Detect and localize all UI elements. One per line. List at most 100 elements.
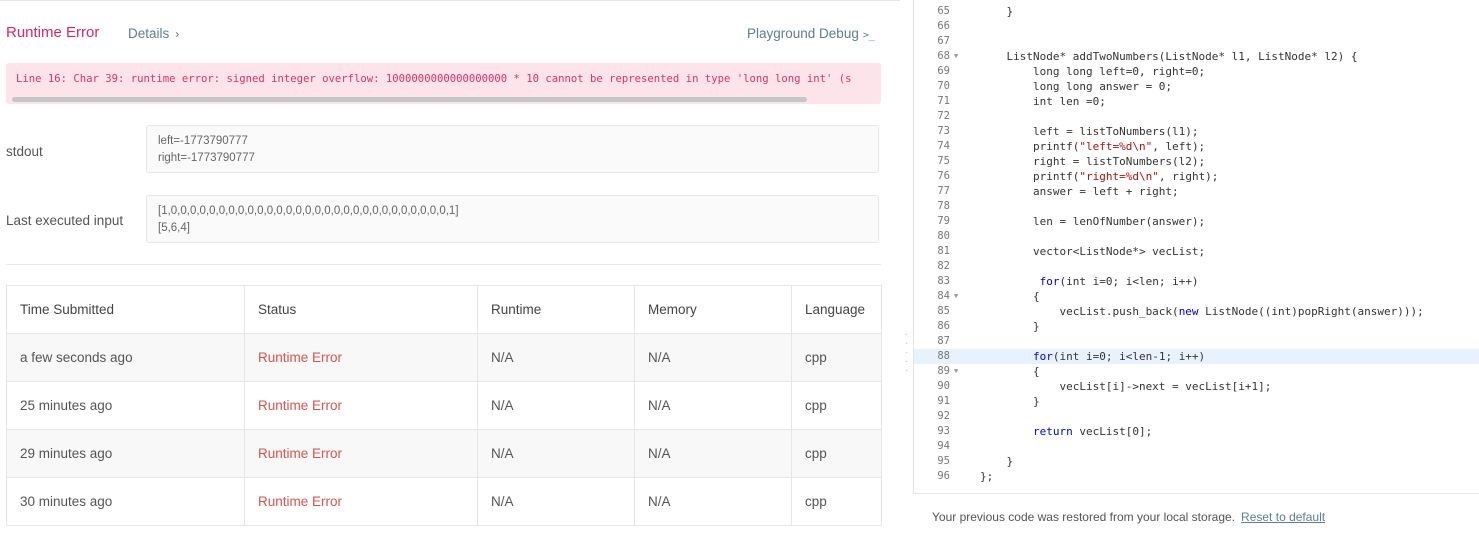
line-number: 79 [937,215,950,227]
code-text: right = listToNumbers(l2); [980,155,1206,168]
horizontal-scrollbar[interactable] [12,97,807,102]
code-line[interactable]: 80 [914,229,1479,244]
code-line[interactable]: 74 printf("left=%d\n", left); [914,139,1479,154]
code-line[interactable]: 77 answer = left + right; [914,184,1479,199]
code-line[interactable]: 70 long long answer = 0; [914,79,1479,94]
code-line[interactable]: 67 [914,34,1479,49]
code-line[interactable]: 95 } [914,454,1479,469]
line-number: 92 [937,410,950,422]
line-number: 85 [937,305,950,317]
code-text: { [980,365,1040,378]
code-line[interactable]: 92 [914,409,1479,424]
code-line[interactable]: 91 } [914,394,1479,409]
code-text: answer = left + right; [980,185,1179,198]
line-number: 76 [937,170,950,182]
cell-runtime: N/A [477,381,635,430]
line-number: 88 [937,350,950,362]
code-line[interactable]: 88 for(int i=0; i<len-1; i++) [914,349,1479,364]
code-line[interactable]: 79 len = lenOfNumber(answer); [914,214,1479,229]
code-text: for(int i=0; i<len; i++) [1039,275,1199,288]
pane-splitter[interactable]: · · · · · [900,0,913,533]
code-line[interactable]: 86 } [914,319,1479,334]
code-line[interactable]: 84 ▼ { [914,289,1479,304]
fold-arrow-icon[interactable]: ▼ [954,289,958,304]
line-number: 80 [937,230,950,242]
code-line[interactable]: 68 ▼ ListNode* addTwoNumbers(ListNode* l1… [914,49,1479,64]
code-line[interactable]: 76 printf("right=%d\n", right); [914,169,1479,184]
line-number: 75 [937,155,950,167]
code-line[interactable]: 73 left = listToNumbers(l1); [914,124,1479,139]
table-row[interactable]: 25 minutes ago Runtime Error N/A N/A cpp [6,381,882,430]
code-line[interactable]: 90 vecList[i]->next = vecList[i+1]; [914,379,1479,394]
code-line[interactable]: 94 [914,439,1479,454]
header-time-submitted[interactable]: Time Submitted [6,285,245,334]
code-line[interactable]: 83 for(int i=0; i<len; i++) [914,274,1479,289]
code-line[interactable]: 75 right = listToNumbers(l2); [914,154,1479,169]
fold-arrow-icon[interactable]: ▼ [954,49,958,64]
code-line[interactable]: 72 [914,109,1479,124]
line-number: 94 [937,440,950,452]
stdout-label: stdout [6,144,43,159]
restore-message-text: Your previous code was restored from you… [932,510,1236,524]
table-row[interactable]: 30 minutes ago Runtime Error N/A N/A cpp [6,477,882,526]
cell-time: a few seconds ago [6,333,245,382]
code-line[interactable]: 82 [914,259,1479,274]
code-line[interactable]: 69 long long left=0, right=0; [914,64,1479,79]
cell-status[interactable]: Runtime Error [244,477,478,526]
code-text: left = listToNumbers(l1); [980,125,1199,138]
code-line[interactable]: 85 vecList.push_back(new ListNode((int)p… [914,304,1479,319]
playground-debug-link[interactable]: Playground Debug >_ [747,26,875,41]
details-link[interactable]: Details › [128,26,179,41]
code-text: } [980,455,1014,468]
cell-runtime: N/A [477,429,635,478]
playground-debug-label: Playground Debug [747,26,859,41]
cell-status[interactable]: Runtime Error [244,381,478,430]
line-number: 89 [937,365,950,377]
table-row[interactable]: 29 minutes ago Runtime Error N/A N/A cpp [6,429,882,478]
line-number: 67 [937,35,950,47]
cell-memory: N/A [634,381,792,430]
header-status[interactable]: Status [244,285,478,334]
table-row[interactable]: a few seconds ago Runtime Error N/A N/A … [6,333,882,382]
code-text: printf("left=%d\n", left); [980,140,1206,153]
line-number: 95 [937,455,950,467]
line-number: 73 [937,125,950,137]
cell-runtime: N/A [477,333,635,382]
code-line[interactable]: 65 } [914,4,1479,19]
last-input-line: [1,0,0,0,0,0,0,0,0,0,0,0,0,0,0,0,0,0,0,0… [158,205,459,217]
code-line[interactable]: 87 [914,334,1479,349]
code-line[interactable]: 78 [914,199,1479,214]
code-line[interactable]: 93 return vecList[0]; [914,424,1479,439]
code-editor[interactable]: 65 } 66 67 68 ▼ ListNode* addTwoNumbers(List… [913,0,1479,493]
line-number: 72 [937,110,950,122]
code-line[interactable]: 81 vector<ListNode*> vecList; [914,244,1479,259]
line-number: 83 [937,275,950,287]
stdout-line: left=-1773790777 [158,135,248,147]
cell-language: cpp [791,333,882,382]
code-line[interactable]: 89 ▼ { [914,364,1479,379]
code-text: long long left=0, right=0; [980,65,1206,78]
header-memory[interactable]: Memory [634,285,792,334]
stdout-box: left=-1773790777 right=-1773790777 [146,125,879,173]
cell-status[interactable]: Runtime Error [244,429,478,478]
code-line[interactable]: 66 [914,19,1479,34]
error-message-box: Line 16: Char 39: runtime error: signed … [6,63,881,104]
cell-time: 25 minutes ago [6,381,245,430]
fold-arrow-icon[interactable]: ▼ [954,364,958,379]
result-title: Runtime Error [6,24,100,41]
code-text: printf("right=%d\n", right); [980,170,1219,183]
code-line[interactable]: 71 int len =0; [914,94,1479,109]
line-number: 74 [937,140,950,152]
details-label: Details [128,26,170,41]
header-language[interactable]: Language [791,285,882,334]
last-input-box: [1,0,0,0,0,0,0,0,0,0,0,0,0,0,0,0,0,0,0,0… [146,195,879,243]
line-number: 70 [937,80,950,92]
drag-handle-icon: · · · · · [905,329,909,376]
code-line[interactable]: 96}; [914,469,1479,484]
code-text: return vecList[0]; [1032,425,1153,438]
reset-to-default-link[interactable]: Reset to default [1241,510,1325,524]
cell-status[interactable]: Runtime Error [244,333,478,382]
line-number: 68 [937,50,950,62]
header-runtime[interactable]: Runtime [477,285,635,334]
code-text: ListNode* addTwoNumbers(ListNode* l1, Li… [980,50,1358,63]
